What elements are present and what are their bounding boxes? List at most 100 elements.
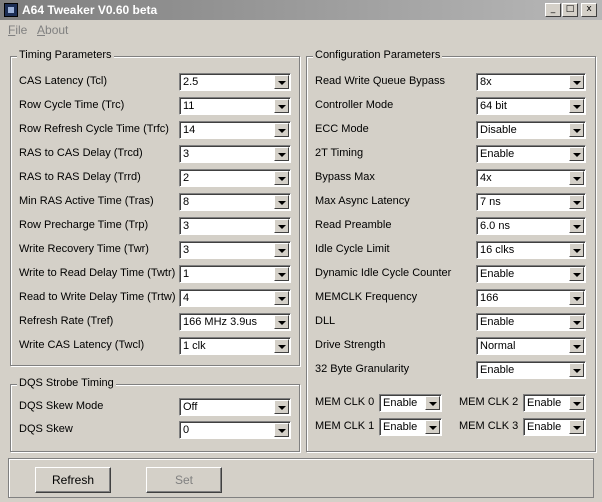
chevron-down-icon[interactable]: [569, 396, 584, 410]
timing-select-7[interactable]: 3: [179, 241, 291, 259]
chevron-down-icon[interactable]: [274, 291, 289, 305]
menu-about[interactable]: About: [37, 23, 68, 37]
chevron-down-icon[interactable]: [569, 75, 584, 89]
dqs-label-1: DQS Skew: [19, 423, 73, 435]
config-select-7[interactable]: 16 clks: [476, 241, 586, 259]
chevron-down-icon[interactable]: [569, 267, 584, 281]
dqs-value-0: Off: [183, 401, 198, 413]
config-select-0[interactable]: 8x: [476, 73, 586, 91]
dqs-strobe-title: DQS Strobe Timing: [17, 377, 116, 389]
chevron-down-icon[interactable]: [569, 123, 584, 137]
chevron-down-icon[interactable]: [425, 420, 440, 434]
minimize-button[interactable]: _: [545, 3, 561, 17]
config-select-9[interactable]: 166: [476, 289, 586, 307]
chevron-down-icon[interactable]: [274, 400, 289, 414]
chevron-down-icon[interactable]: [569, 363, 584, 377]
timing-select-9[interactable]: 4: [179, 289, 291, 307]
config-value-4: 4x: [480, 172, 492, 184]
config-value-11: Normal: [480, 340, 516, 352]
config-label-7: Idle Cycle Limit: [315, 243, 390, 255]
memclk-select-2[interactable]: Enable: [379, 418, 442, 436]
timing-value-4: 2: [183, 172, 190, 184]
dqs-value-1: 0: [183, 424, 190, 436]
chevron-down-icon[interactable]: [274, 123, 289, 137]
config-select-6[interactable]: 6.0 ns: [476, 217, 586, 235]
config-select-8[interactable]: Enable: [476, 265, 586, 283]
title-bar[interactable]: A64 Tweaker V0.60 beta _ □ x: [0, 0, 602, 20]
memclk-select-3[interactable]: Enable: [523, 418, 586, 436]
config-select-3[interactable]: Enable: [476, 145, 586, 163]
chevron-down-icon[interactable]: [569, 420, 584, 434]
timing-select-3[interactable]: 3: [179, 145, 291, 163]
timing-select-5[interactable]: 8: [179, 193, 291, 211]
chevron-down-icon[interactable]: [274, 195, 289, 209]
chevron-down-icon[interactable]: [569, 99, 584, 113]
timing-label-6: Row Precharge Time (Trp): [19, 219, 149, 231]
chevron-down-icon[interactable]: [274, 423, 289, 437]
timing-select-4[interactable]: 2: [179, 169, 291, 187]
timing-value-0: 2.5: [183, 76, 199, 88]
chevron-down-icon[interactable]: [274, 171, 289, 185]
chevron-down-icon[interactable]: [274, 219, 289, 233]
memclk-select-0[interactable]: Enable: [379, 394, 442, 412]
chevron-down-icon[interactable]: [569, 243, 584, 257]
dqs-select-1[interactable]: 0: [179, 421, 291, 439]
timing-value-11: 1 clk: [183, 340, 206, 352]
config-label-4: Bypass Max: [315, 171, 375, 183]
config-value-2: Disable: [480, 124, 517, 136]
timing-select-2[interactable]: 14: [179, 121, 291, 139]
chevron-down-icon[interactable]: [569, 195, 584, 209]
memclk-label-3: MEM CLK 3: [459, 420, 519, 432]
config-select-5[interactable]: 7 ns: [476, 193, 586, 211]
timing-label-1: Row Cycle Time (Trc): [19, 99, 125, 111]
chevron-down-icon[interactable]: [274, 75, 289, 89]
timing-select-8[interactable]: 1: [179, 265, 291, 283]
timing-label-7: Write Recovery Time (Twr): [19, 243, 149, 255]
chevron-down-icon[interactable]: [274, 267, 289, 281]
timing-select-0[interactable]: 2.5: [179, 73, 291, 91]
memclk-value-1: Enable: [527, 397, 562, 409]
timing-select-6[interactable]: 3: [179, 217, 291, 235]
chevron-down-icon[interactable]: [274, 147, 289, 161]
refresh-button[interactable]: Refresh: [35, 467, 111, 493]
chevron-down-icon[interactable]: [274, 315, 289, 329]
timing-label-0: CAS Latency (Tcl): [19, 75, 108, 87]
config-select-4[interactable]: 4x: [476, 169, 586, 187]
chevron-down-icon[interactable]: [274, 339, 289, 353]
config-select-11[interactable]: Normal: [476, 337, 586, 355]
timing-label-9: Read to Write Delay Time (Trtw): [19, 291, 176, 303]
timing-value-1: 11: [183, 100, 195, 112]
chevron-down-icon[interactable]: [569, 339, 584, 353]
chevron-down-icon[interactable]: [569, 171, 584, 185]
close-button[interactable]: x: [581, 3, 597, 17]
chevron-down-icon[interactable]: [569, 315, 584, 329]
config-label-1: Controller Mode: [315, 99, 394, 111]
config-select-10[interactable]: Enable: [476, 313, 586, 331]
set-button[interactable]: Set: [146, 467, 222, 493]
dqs-strobe-group: DQS Strobe Timing: [10, 377, 300, 452]
maximize-button[interactable]: □: [562, 3, 578, 17]
timing-parameters-title: Timing Parameters: [17, 49, 114, 61]
chevron-down-icon[interactable]: [425, 396, 440, 410]
chevron-down-icon[interactable]: [569, 219, 584, 233]
config-value-0: 8x: [480, 76, 492, 88]
chevron-down-icon[interactable]: [274, 99, 289, 113]
chevron-down-icon[interactable]: [569, 147, 584, 161]
config-value-8: Enable: [480, 268, 515, 280]
config-label-3: 2T Timing: [315, 147, 364, 159]
menu-file[interactable]: File: [8, 23, 27, 37]
chevron-down-icon[interactable]: [274, 243, 289, 257]
config-select-1[interactable]: 64 bit: [476, 97, 586, 115]
dqs-select-0[interactable]: Off: [179, 398, 291, 416]
timing-label-5: Min RAS Active Time (Tras): [19, 195, 154, 207]
timing-select-1[interactable]: 11: [179, 97, 291, 115]
timing-value-9: 4: [183, 292, 190, 304]
memclk-value-3: Enable: [527, 421, 562, 433]
config-select-12[interactable]: Enable: [476, 361, 586, 379]
timing-select-11[interactable]: 1 clk: [179, 337, 291, 355]
chevron-down-icon[interactable]: [569, 291, 584, 305]
timing-select-10[interactable]: 166 MHz 3.9us: [179, 313, 291, 331]
window-title: A64 Tweaker V0.60 beta: [22, 3, 158, 17]
memclk-select-1[interactable]: Enable: [523, 394, 586, 412]
config-select-2[interactable]: Disable: [476, 121, 586, 139]
